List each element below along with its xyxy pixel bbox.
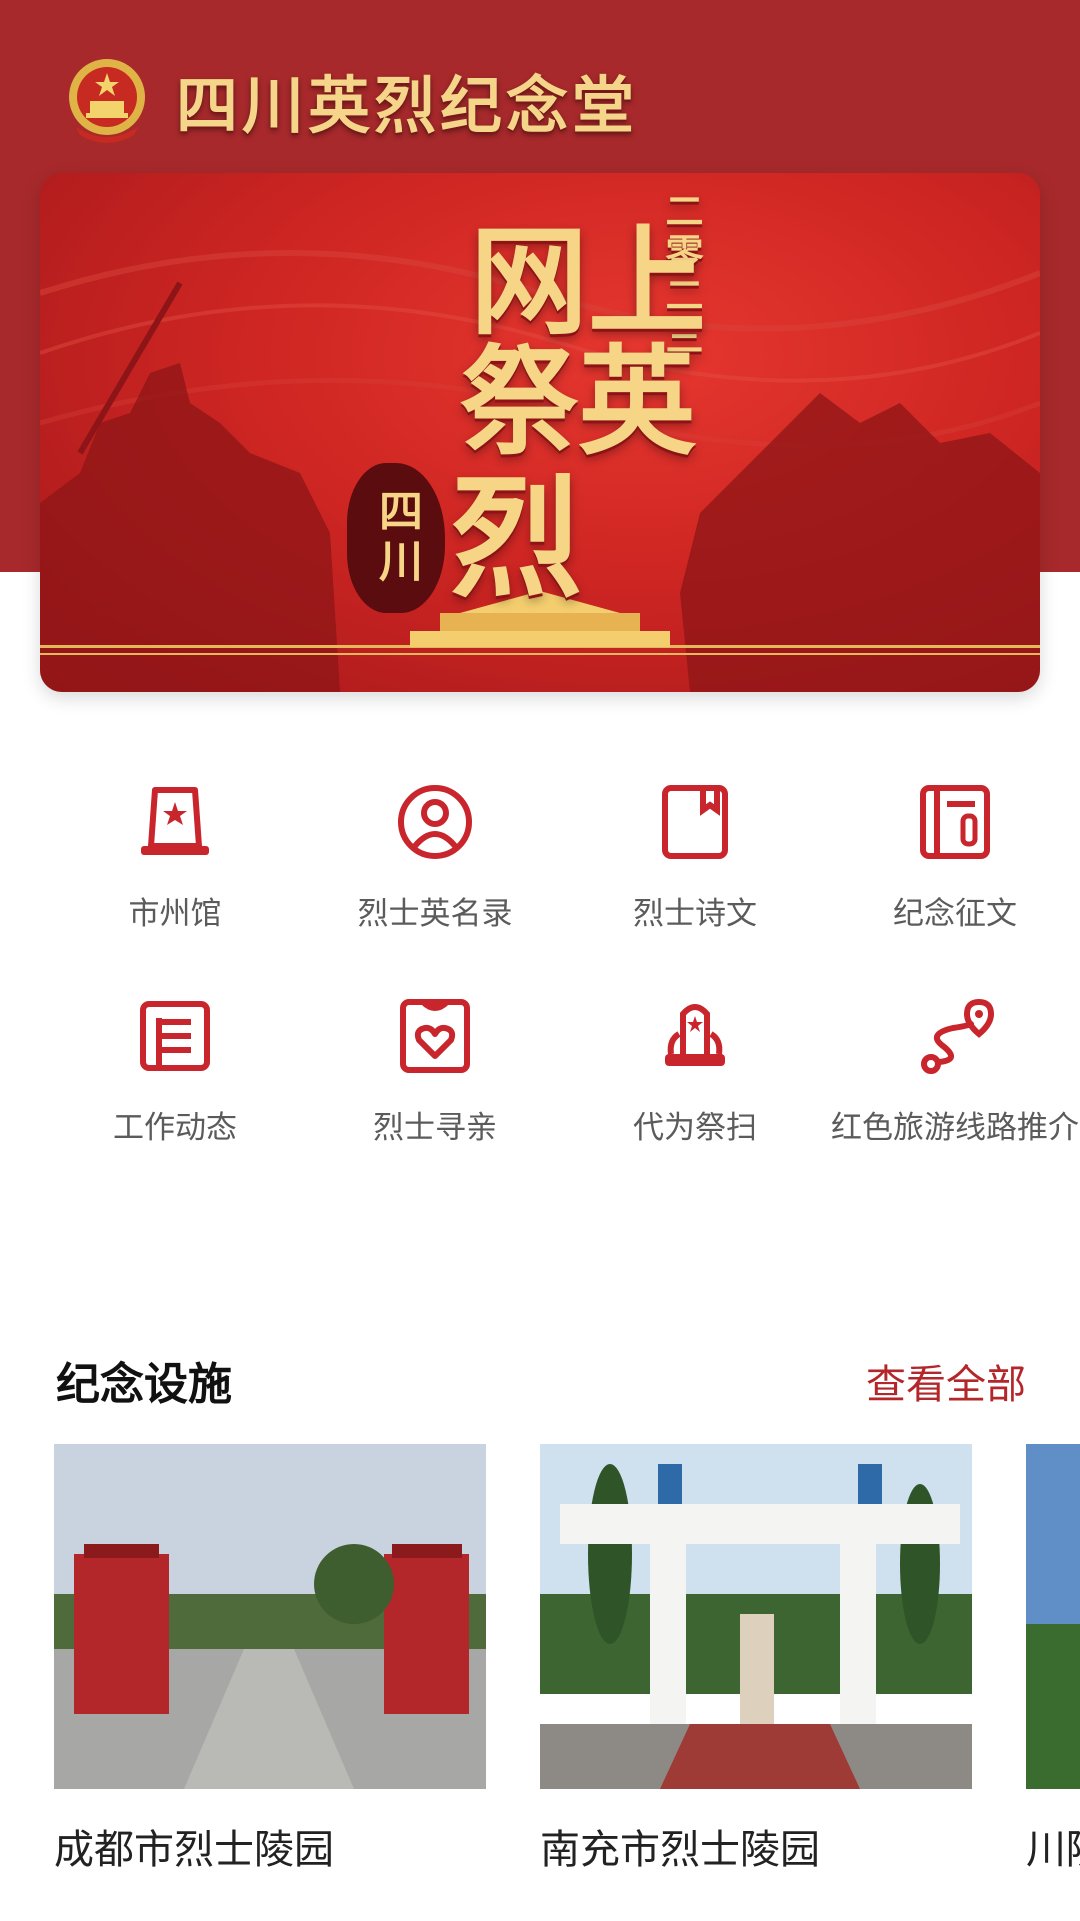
facility-photo <box>54 1444 486 1789</box>
app-title: 四川英烈纪念堂 <box>176 69 639 142</box>
monument-icon <box>665 1004 725 1066</box>
route-icon <box>921 998 995 1074</box>
menu-item-label: 烈士寻亲 <box>373 1110 497 1146</box>
menu-item-label: 代为祭扫 <box>633 1110 757 1146</box>
facility-photo <box>540 1444 972 1789</box>
menu-item-proxy-tomb-sweeping[interactable]: 代为祭扫 <box>565 994 825 1148</box>
menu-item-label: 市州馆 <box>128 896 222 932</box>
menu-item-label: 红色旅游线路推介 <box>831 1110 1079 1146</box>
facility-name: 川陕 <box>1026 1827 1080 1873</box>
facilities-carousel[interactable]: 成都市烈士陵园 南充市烈士陵园 川 <box>54 1444 1080 1874</box>
menu-item-work-news[interactable]: 工作动态 <box>45 994 305 1148</box>
promo-banner[interactable]: 二零二三 网上 祭英 烈 四川 <box>40 173 1040 692</box>
banner-headline-2: 祭英 <box>460 332 697 471</box>
city-hall-icon <box>141 787 209 855</box>
menu-item-red-tourism[interactable]: 红色旅游线路推介 <box>825 994 1080 1148</box>
heart-frame-icon <box>400 999 470 1073</box>
section-title-facilities: 纪念设施 <box>56 1359 232 1410</box>
facility-card[interactable]: 南充市烈士陵园 <box>540 1444 972 1874</box>
seal-text: 四川 <box>371 488 422 588</box>
menu-item-essays[interactable]: 纪念征文 <box>825 780 1080 934</box>
menu-item-city-hall[interactable]: 市州馆 <box>45 780 305 934</box>
menu-item-label: 工作动态 <box>113 1110 237 1146</box>
menu-item-martyr-roll[interactable]: 烈士英名录 <box>305 780 565 934</box>
banner-headline-3: 烈 <box>450 461 582 616</box>
facility-name: 成都市烈士陵园 <box>54 1827 334 1873</box>
person-icon <box>398 785 472 859</box>
menu-item-martyr-poems[interactable]: 烈士诗文 <box>565 780 825 934</box>
news-icon <box>140 1001 210 1071</box>
facility-card[interactable]: 成都市烈士陵园 <box>54 1444 486 1874</box>
menu-item-find-family[interactable]: 烈士寻亲 <box>305 994 565 1148</box>
facility-card[interactable]: 川陕 <box>1026 1444 1080 1874</box>
banner-seal: 四川 <box>347 463 445 613</box>
facility-name: 南充市烈士陵园 <box>540 1827 820 1873</box>
document-edit-icon <box>920 785 990 859</box>
facility-photo <box>1026 1444 1080 1789</box>
app-header: 四川英烈纪念堂 <box>64 52 638 148</box>
menu-item-label: 纪念征文 <box>893 896 1017 932</box>
national-emblem-icon <box>69 59 145 143</box>
menu-item-label: 烈士诗文 <box>633 896 757 932</box>
view-all-link[interactable]: 查看全部 <box>866 1352 1026 1410</box>
menu-item-label: 烈士英名录 <box>357 896 513 932</box>
banner-headline-1: 网上 <box>470 212 707 351</box>
book-icon <box>662 785 728 859</box>
